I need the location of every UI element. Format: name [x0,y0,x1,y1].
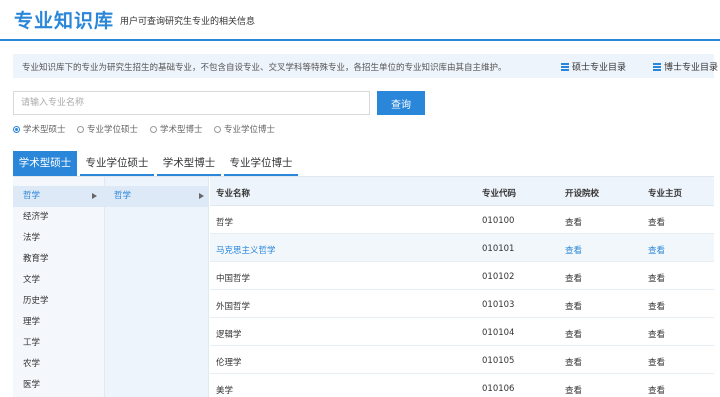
table-row: 伦理学 010105 查看 查看 [210,346,714,374]
major-name: 哲学 [216,218,234,228]
master-catalog-link[interactable]: 硕士专业目录 [561,60,626,73]
radio-professional-master[interactable]: 专业学位硕士 [77,123,138,135]
view-homepage-link[interactable]: 查看 [648,300,665,312]
view-homepage-link[interactable]: 查看 [648,244,665,256]
category-item-science[interactable]: 理学 [13,312,104,333]
radio-label: 学术型博士 [160,125,203,135]
header-code: 专业代码 [482,189,517,199]
category-item-medicine[interactable]: 医学 [13,375,104,396]
view-homepage-link[interactable]: 查看 [648,384,665,396]
radio-dot [150,126,157,133]
header-home: 专业主页 [648,189,683,199]
tab-academic-doctor[interactable]: 学术型博士 [157,151,221,176]
category-item-philosophy[interactable]: 哲学 [13,186,104,207]
master-catalog-label: 硕士专业目录 [572,63,627,73]
header-name: 专业名称 [216,189,251,199]
major-name: 中国哲学 [216,274,251,284]
view-schools-link[interactable]: 查看 [565,300,582,312]
page-title: 专业知识库 [14,10,115,32]
view-homepage-link[interactable]: 查看 [648,272,665,284]
major-code: 010103 [482,300,515,310]
tab-professional-doctor[interactable]: 专业学位博士 [224,151,298,176]
search-input[interactable] [13,91,370,115]
view-homepage-link[interactable]: 查看 [648,216,665,228]
subcategory-list: 哲学 [104,177,209,397]
major-code: 010102 [482,272,515,282]
table-row: 马克思主义哲学 010101 查看 查看 [210,234,714,262]
subcategory-label: 哲学 [114,191,132,201]
major-code: 010106 [482,384,515,394]
list-icon [653,63,661,71]
doctor-catalog-label: 博士专业目录 [664,63,719,73]
table-row: 外国哲学 010103 查看 查看 [210,290,714,318]
radio-label: 专业学位硕士 [87,125,139,135]
view-homepage-link[interactable]: 查看 [648,356,665,368]
view-homepage-link[interactable]: 查看 [648,328,665,340]
radio-professional-doctor[interactable]: 专业学位博士 [214,123,275,135]
table-row: 逻辑学 010104 查看 查看 [210,318,714,346]
knowledge-panel: 哲学 经济学 法学 教育学 文学 历史学 理学 工学 农学 医学 哲学 专业名称… [13,176,714,397]
category-list: 哲学 经济学 法学 教育学 文学 历史学 理学 工学 农学 医学 [13,177,104,397]
page-subtitle: 用户可查询研究生专业的相关信息 [120,17,256,27]
major-name: 逻辑学 [216,330,242,340]
search-button[interactable]: 查询 [377,91,425,115]
view-schools-link[interactable]: 查看 [565,216,582,228]
view-schools-link[interactable]: 查看 [565,244,582,256]
radio-academic-master[interactable]: 学术型硕士 [13,123,66,135]
major-name: 伦理学 [216,358,242,368]
view-schools-link[interactable]: 查看 [565,384,582,396]
table-row: 美学 010106 查看 查看 [210,374,714,397]
tab-academic-master[interactable]: 学术型硕士 [13,151,77,176]
table-header: 专业名称 专业代码 开设院校 专业主页 [210,177,714,206]
category-item-history[interactable]: 历史学 [13,291,104,312]
view-schools-link[interactable]: 查看 [565,272,582,284]
category-item-engineering[interactable]: 工学 [13,333,104,354]
view-schools-link[interactable]: 查看 [565,328,582,340]
doctor-catalog-link[interactable]: 博士专业目录 [653,60,718,73]
major-name: 外国哲学 [216,302,251,312]
arrow-right-icon [199,193,204,199]
category-item-education[interactable]: 教育学 [13,249,104,270]
major-code: 010105 [482,356,515,366]
radio-label: 学术型硕士 [23,125,66,135]
subcategory-item-philosophy[interactable]: 哲学 [105,186,208,207]
arrow-right-icon [92,193,97,199]
radio-academic-doctor[interactable]: 学术型博士 [150,123,203,135]
table-row: 中国哲学 010102 查看 查看 [210,262,714,290]
major-code: 010100 [482,216,515,226]
radio-dot [77,126,84,133]
major-name: 美学 [216,386,234,396]
major-name: 马克思主义哲学 [216,246,276,256]
tab-professional-master[interactable]: 专业学位硕士 [80,151,154,176]
category-label: 哲学 [23,191,41,201]
major-code: 010104 [482,328,515,338]
table-row: 哲学 010100 查看 查看 [210,206,714,234]
major-code: 010101 [482,244,515,254]
category-item-economics[interactable]: 经济学 [13,207,104,228]
radio-dot [214,126,221,133]
page-header: 专业知识库 用户可查询研究生专业的相关信息 [0,0,720,41]
radio-dot [13,126,20,133]
header-school: 开设院校 [565,189,600,199]
category-item-law[interactable]: 法学 [13,228,104,249]
major-table: 专业名称 专业代码 开设院校 专业主页 哲学 010100 查看 查看 马克思主… [210,177,714,397]
view-schools-link[interactable]: 查看 [565,356,582,368]
notice-text: 专业知识库下的专业为研究生招生的基础专业，不包含自设专业、交叉学科等特殊专业，各… [22,63,507,73]
category-item-literature[interactable]: 文学 [13,270,104,291]
notice-bar: 专业知识库下的专业为研究生招生的基础专业，不包含自设专业、交叉学科等特殊专业，各… [13,54,718,78]
radio-label: 专业学位博士 [224,125,276,135]
list-icon [561,63,569,71]
category-item-agriculture[interactable]: 农学 [13,354,104,375]
